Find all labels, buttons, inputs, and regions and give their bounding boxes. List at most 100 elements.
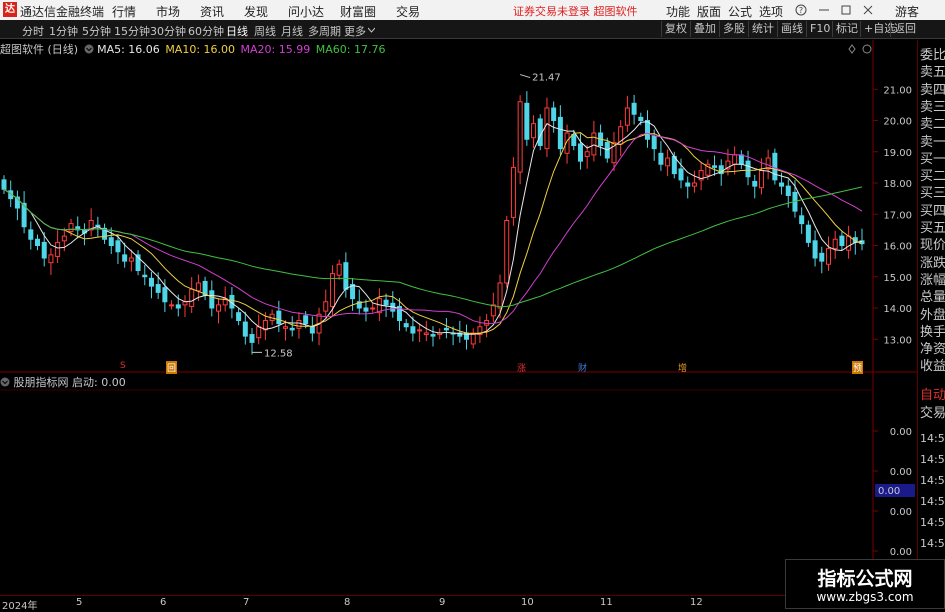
btn-mark[interactable]: 标记 <box>832 21 861 37</box>
sidebar-item[interactable]: 卖一 <box>920 131 945 150</box>
candle-body <box>296 320 302 329</box>
login-notice[interactable]: 证券交易未登录 超图软件 <box>513 3 638 19</box>
candle-body <box>383 299 389 306</box>
sidebar-item[interactable]: 卖二 <box>920 113 945 132</box>
btn-f10[interactable]: F10 <box>806 21 833 37</box>
candle-body <box>443 327 449 331</box>
sidebar-item[interactable]: 买三 <box>920 182 945 201</box>
sidebar-item[interactable]: 换手 <box>920 321 945 340</box>
candle-body <box>256 326 262 339</box>
period-tab-monthly[interactable]: 月线 <box>281 23 303 39</box>
sidebar-item[interactable]: 总量 <box>920 286 945 305</box>
period-tab-intraday[interactable]: 分时 <box>22 23 44 39</box>
candle-body <box>497 282 503 309</box>
candle-body <box>645 120 650 140</box>
sidebar-item[interactable]: 涨幅 <box>920 269 945 288</box>
event-tag-finance[interactable]: 财 <box>578 361 587 374</box>
sidebar-item[interactable]: 买一 <box>920 148 945 167</box>
sidebar-time: 14:56 <box>920 516 945 529</box>
period-tab-30min[interactable]: 30分钟 <box>150 23 186 39</box>
event-tag-repurchase[interactable]: 回 <box>166 361 178 374</box>
candle-body <box>28 229 34 240</box>
period-tab-60min[interactable]: 60分钟 <box>188 23 224 39</box>
ma60-line <box>3 186 863 308</box>
period-tab-weekly[interactable]: 周线 <box>254 23 276 39</box>
period-tab-5min[interactable]: 5分钟 <box>82 23 111 39</box>
btn-stats[interactable]: 统计 <box>748 21 777 37</box>
btn-multi-stock[interactable]: 多股 <box>719 21 748 37</box>
sidebar-time: 14:56 <box>920 537 945 550</box>
indicator-label[interactable]: 股朋指标网 启动: 0.00 <box>14 376 126 389</box>
menu-quotes[interactable]: 行情 <box>112 3 136 20</box>
trade-label[interactable]: 交易 <box>920 402 945 421</box>
indicator-current-label: 0.00 <box>878 486 900 497</box>
candle-body <box>370 307 376 310</box>
period-toolbar: 分时 1分钟 5分钟 15分钟 30分钟 60分钟 日线 周线 月线 多周期 更… <box>0 20 945 39</box>
help-icon[interactable]: ? <box>795 4 807 16</box>
menu-trade[interactable]: 交易 <box>396 3 420 20</box>
chart-controls-icon[interactable] <box>848 44 874 54</box>
period-tab-multi[interactable]: 多周期 <box>308 23 341 39</box>
auto-trade-label[interactable]: 自动 <box>920 384 945 403</box>
minimize-icon[interactable] <box>818 4 830 16</box>
menu-ask[interactable]: 问小达 <box>288 3 324 20</box>
dropdown-circle-icon[interactable] <box>84 44 94 54</box>
candle-body <box>430 334 436 337</box>
menu-wealth[interactable]: 财富圈 <box>340 3 376 20</box>
menu-function[interactable]: 功能 <box>666 3 690 20</box>
btn-adjust[interactable]: 复权 <box>661 21 690 37</box>
menu-layout[interactable]: 版面 <box>697 3 721 20</box>
menu-market[interactable]: 市场 <box>156 3 180 20</box>
dropdown-circle-icon[interactable] <box>0 377 10 387</box>
title-bar: 达 通达信金融终端 行情 市场 资讯 发现 问小达 财富圈 交易 证券交易未登录… <box>0 0 945 20</box>
menu-formula[interactable]: 公式 <box>728 3 752 20</box>
menu-news[interactable]: 资讯 <box>200 3 224 20</box>
event-tag-limit-up[interactable]: 涨 <box>517 361 526 374</box>
date-label: 2024年 <box>2 601 38 612</box>
watermark: 指标公式网 www.zbgs3.com <box>785 559 945 609</box>
candle-body <box>584 151 590 157</box>
sidebar-item[interactable]: 卖三 <box>920 96 945 115</box>
sidebar-item[interactable]: 外盘 <box>920 304 945 323</box>
btn-back[interactable]: 返回 <box>890 21 919 37</box>
sidebar-item[interactable]: 买五 <box>920 217 945 236</box>
sidebar-item[interactable]: 卖五 <box>920 61 945 80</box>
candle-body <box>712 165 718 168</box>
sidebar-item[interactable]: 收益 <box>920 355 945 374</box>
sidebar-item[interactable]: 净资 <box>920 338 945 357</box>
candle-body <box>799 215 805 225</box>
period-tab-15min[interactable]: 15分钟 <box>114 23 150 39</box>
menu-discover[interactable]: 发现 <box>244 3 268 20</box>
user-label[interactable]: 游客 <box>895 3 919 20</box>
y-tick-label: 19.00 <box>883 148 912 159</box>
candle-body <box>423 332 429 336</box>
chart-canvas[interactable]: 13.00 14.00 15.00 16.00 17.00 18.00 19.00 20.00… <box>0 40 917 595</box>
sidebar-item[interactable]: 买四 <box>920 200 945 219</box>
moving-averages <box>3 121 863 335</box>
candle-body <box>772 152 778 181</box>
period-tab-1min[interactable]: 1分钟 <box>49 23 78 39</box>
event-tag-increase[interactable]: 增 <box>678 361 687 374</box>
candle-body <box>55 241 61 257</box>
candle-body <box>651 135 657 150</box>
watermark-title: 指标公式网 <box>817 568 913 590</box>
period-tab-daily[interactable]: 日线 <box>226 23 248 39</box>
period-tab-more[interactable]: 更多 <box>344 23 366 39</box>
event-tag-s[interactable]: S <box>120 361 126 371</box>
candle-body <box>343 262 349 290</box>
candle-body <box>1 179 7 190</box>
menu-options[interactable]: 选项 <box>759 3 783 20</box>
sidebar-item[interactable]: 卖四 <box>920 79 945 98</box>
restore-icon[interactable] <box>840 4 852 16</box>
btn-overlay[interactable]: 叠加 <box>690 21 719 37</box>
btn-draw[interactable]: 画线 <box>777 21 806 37</box>
candle-body <box>846 235 852 251</box>
sidebar-item[interactable]: 买二 <box>920 165 945 184</box>
sidebar-item[interactable]: 涨跌 <box>920 252 945 271</box>
sidebar-item[interactable]: 委比 <box>920 44 945 63</box>
event-tag-forecast[interactable]: 预 <box>852 361 864 374</box>
close-icon[interactable] <box>862 4 874 16</box>
stock-label[interactable]: 超图软件 (日线) <box>0 43 78 56</box>
candle-body <box>805 224 811 243</box>
sidebar-item[interactable]: 现价 <box>920 234 945 253</box>
